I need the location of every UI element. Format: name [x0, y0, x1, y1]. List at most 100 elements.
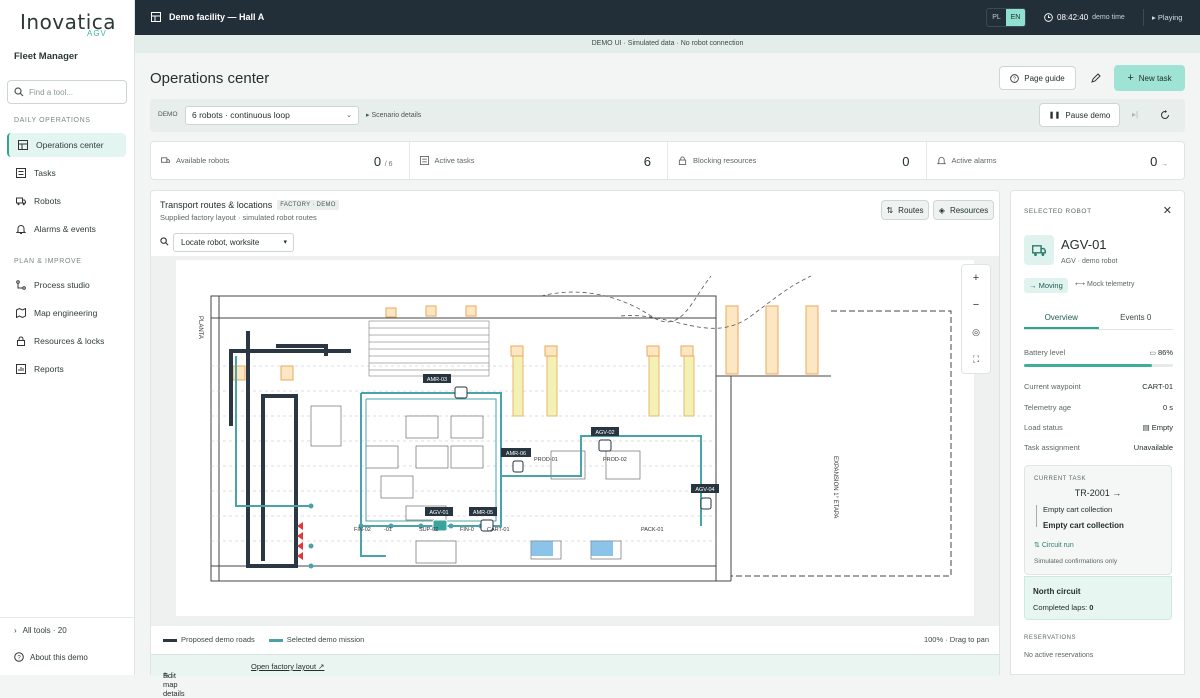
highlight-zone: [591, 541, 613, 556]
facility-title-text: Demo facility — Hall A: [169, 12, 265, 22]
tab-events[interactable]: Events 0: [1099, 308, 1174, 329]
locate-label: Locate robot, worksite: [181, 238, 260, 247]
robot-avatar: [1024, 235, 1054, 265]
sidebar-item-alarms[interactable]: Alarms & events: [7, 217, 126, 241]
current-task-card[interactable]: CURRENT TASK TR-2001 → Empty cart collec…: [1024, 465, 1172, 575]
field-value: ▤ Empty: [1143, 423, 1173, 432]
chevron-right-icon: ›: [14, 626, 17, 635]
tab-overview[interactable]: Overview: [1024, 308, 1099, 329]
circuit-title: North circuit: [1033, 587, 1081, 596]
resources-button[interactable]: ◈ Resources: [933, 200, 994, 220]
sidebar-item-label: Robots: [34, 196, 61, 206]
edit-button[interactable]: [1084, 66, 1108, 90]
circuit-run: ⇅ Circuit run: [1034, 542, 1074, 549]
battery-fill: [1024, 364, 1153, 367]
demo-banner: DEMO UI · Simulated data · No robot conn…: [135, 35, 1200, 53]
battery-icon: ▭: [1149, 350, 1158, 357]
stat-value: 6: [643, 154, 651, 169]
sidebar-item-operations-center[interactable]: Operations center: [7, 133, 126, 157]
top-bar: Demo facility — Hall A PL EN 08:42:40 de…: [135, 0, 1200, 35]
sidebar-item-label: Process studio: [34, 280, 90, 290]
map-title-text: Transport routes & locations: [160, 200, 273, 210]
factory-map[interactable]: AMR-03 AMR-06 AGV-02 AGV-04 AGV-01 AMR-0…: [151, 256, 999, 626]
locate-robot-select[interactable]: Locate robot, worksite ▾: [173, 233, 294, 252]
stat-value-number: 0: [1150, 154, 1158, 169]
chart-icon: [16, 364, 26, 374]
robot-label-amr05: AMR-05: [473, 510, 493, 516]
laps-value: 0: [1089, 603, 1094, 612]
clock-time: 08:42:40: [1057, 13, 1089, 22]
sidebar-item-tasks[interactable]: Tasks: [7, 161, 126, 185]
product-name: Fleet Manager: [14, 51, 78, 62]
all-tools-link[interactable]: › All tools · 20: [14, 626, 67, 635]
page-title: Operations center: [150, 70, 270, 87]
bell-icon: [16, 225, 26, 234]
stat-available-robots[interactable]: Available robots 0 / 6: [151, 142, 410, 179]
playback-status[interactable]: ▸ Playing: [1152, 13, 1182, 22]
stat-value: 0 / 6: [374, 154, 393, 169]
zoom-in-button[interactable]: +: [962, 265, 990, 292]
chevron-down-icon: ⌄: [346, 112, 352, 119]
robot-marker[interactable]: [700, 497, 712, 510]
fullscreen-button[interactable]: ⛶: [962, 346, 990, 373]
label-fin02: FIN-02: [354, 527, 371, 533]
pause-demo-label: Pause demo: [1065, 110, 1111, 120]
recenter-button[interactable]: ◎: [962, 319, 990, 346]
layers-icon: ◈: [938, 205, 945, 215]
sidebar-item-resources-locks[interactable]: Resources & locks: [7, 329, 126, 353]
robot-label-agv01: AGV-01: [429, 510, 448, 516]
step-forward-icon[interactable]: ▸|: [1132, 110, 1138, 119]
sidebar-item-label: Map engineering: [34, 308, 98, 318]
zoom-out-button[interactable]: −: [962, 292, 990, 319]
factory-layout-drawing[interactable]: AMR-03 AMR-06 AGV-02 AGV-04 AGV-01 AMR-0…: [151, 256, 999, 626]
legend-proposed-label: Proposed demo roads: [181, 635, 255, 644]
lang-pl[interactable]: PL: [987, 9, 1006, 26]
task-id[interactable]: TR-2001 →: [1025, 488, 1171, 498]
task-step: Empty cart collection: [1043, 505, 1113, 514]
field-key: Load status: [1024, 423, 1063, 432]
robot-label-agv04: AGV-04: [695, 487, 714, 493]
lang-en[interactable]: EN: [1006, 9, 1025, 26]
new-task-button[interactable]: + New task: [1114, 65, 1185, 91]
about-demo-link[interactable]: ? About this demo: [14, 652, 88, 662]
clock-icon: [1044, 13, 1053, 22]
page-guide-button[interactable]: ? Page guide: [999, 66, 1076, 90]
battery-bar: [1024, 364, 1173, 367]
robot-marker[interactable]: [454, 386, 468, 399]
arrow-right-icon: →: [1161, 161, 1168, 168]
zoom-controls: + − ◎ ⛶: [961, 264, 991, 374]
label-expansion: EXPANSION 1° ETAPA: [832, 456, 838, 518]
stat-label-text: Active alarms: [951, 156, 997, 165]
section-heading-daily: DAILY OPERATIONS: [14, 117, 91, 124]
language-switch[interactable]: PL EN: [986, 8, 1026, 27]
routes-button[interactable]: ⇅ Routes: [881, 200, 929, 220]
telemetry-text: Mock telemetry: [1086, 281, 1135, 288]
stat-blocking-resources[interactable]: Blocking resources 0: [668, 142, 927, 179]
robot-marker[interactable]: [598, 439, 612, 452]
scenario-details-link[interactable]: ▸ Scenario details: [366, 111, 421, 119]
pause-demo-button[interactable]: ❚❚ Pause demo: [1039, 103, 1120, 127]
find-tool-input[interactable]: Find a tool...: [7, 80, 127, 104]
stat-active-tasks[interactable]: Active tasks 6: [410, 142, 668, 179]
field-row: Load status ▤ Empty: [1024, 423, 1173, 432]
stat-active-alarms[interactable]: Active alarms 0 →: [927, 142, 1185, 179]
task-id-text: TR-2001: [1074, 488, 1110, 498]
refresh-icon[interactable]: [1160, 110, 1170, 120]
close-icon[interactable]: ✕: [1163, 204, 1172, 217]
map-title: Transport routes & locations FACTORY · D…: [160, 200, 339, 210]
robot-marker[interactable]: [512, 460, 524, 473]
pencil-icon: [1091, 73, 1101, 83]
stat-label-text: Active tasks: [434, 156, 475, 165]
sidebar-item-reports[interactable]: Reports: [7, 357, 126, 381]
sidebar-item-process-studio[interactable]: Process studio: [7, 273, 126, 297]
sidebar-item-robots[interactable]: Robots: [7, 189, 126, 213]
flow-icon: [16, 280, 26, 290]
open-layout-link[interactable]: Open factory layout ↗: [251, 662, 324, 671]
sidebar-item-map-engineering[interactable]: Map engineering: [7, 301, 126, 325]
scenario-toolbar: DEMO 6 robots · continuous loop ⌄ ▸ Scen…: [150, 99, 1185, 132]
current-task-heading: CURRENT TASK: [1034, 476, 1087, 482]
sidebar-item-label: Operations center: [36, 140, 104, 150]
arrow-right-icon: →: [1109, 488, 1122, 498]
scenario-select[interactable]: 6 robots · continuous loop ⌄: [185, 106, 359, 125]
map-legend: Proposed demo roads Selected demo missio…: [163, 635, 364, 644]
